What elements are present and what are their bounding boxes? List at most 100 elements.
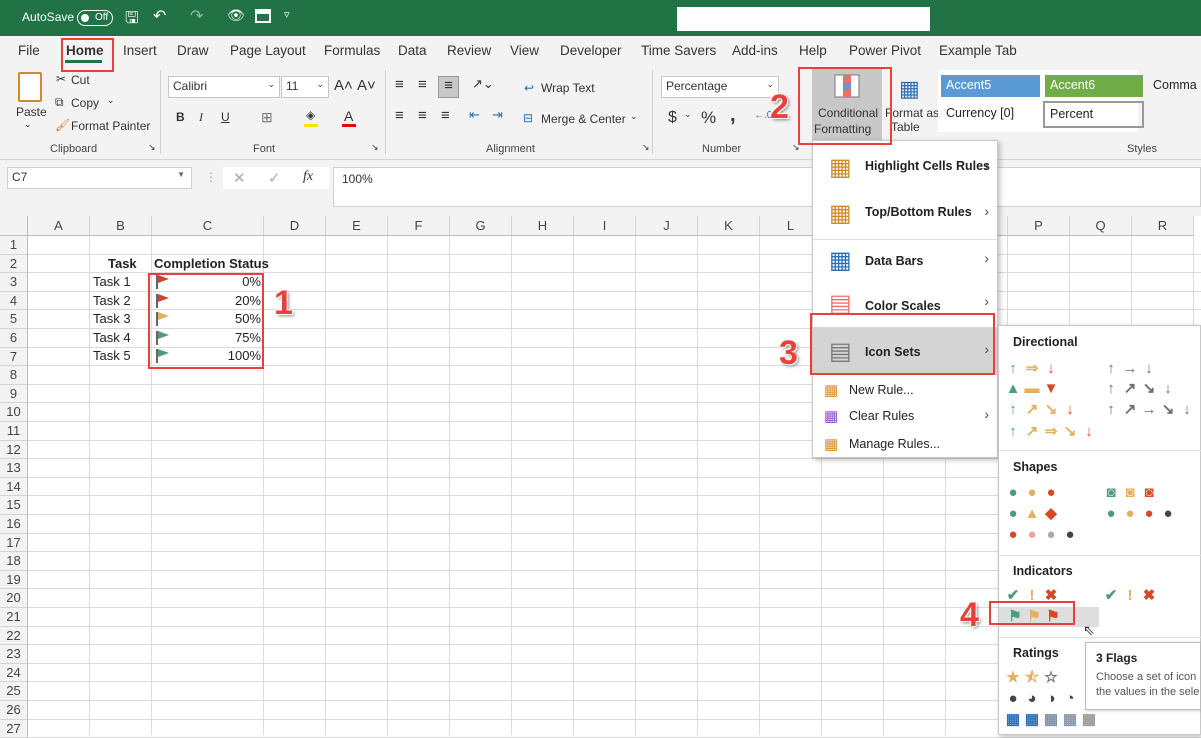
row-header-22[interactable]: 22 [0,626,28,646]
style-accent6[interactable]: Accent6 [1045,75,1143,97]
icon-set-option[interactable]: ◙ ◙ ◙ [1103,485,1157,501]
icon-set-option[interactable]: ★ ⯪ ☆ [1005,670,1059,686]
completion-value-cell[interactable]: 75% [170,329,261,347]
format-as-table-line1[interactable]: Format as [885,106,939,120]
task-name-cell[interactable]: Task 1 [93,273,131,291]
align-top-icon[interactable]: ≡ [395,76,404,93]
enter-icon[interactable]: ✓ [268,169,281,187]
icon-set-option[interactable]: ● ● ● ● [1103,506,1176,522]
paste-dropdown-icon[interactable]: ⌄ [24,119,32,130]
completion-value-cell[interactable]: 0% [170,273,261,291]
icon-set-option[interactable]: ● ▲ ◆ [1005,506,1059,522]
align-center-icon[interactable]: ≡ [418,107,427,124]
column-header-J[interactable]: J [636,216,698,236]
column-header-Q[interactable]: Q [1070,216,1132,236]
borders-icon[interactable]: ⊞ [261,109,273,126]
menu-item-clear-rules[interactable]: ▦ Clear Rules › [813,405,997,429]
row-header-9[interactable]: 9 [0,384,28,404]
row-header-27[interactable]: 27 [0,719,28,738]
icon-set-option[interactable]: ✔! ✖ [1005,588,1059,604]
icon-set-option[interactable]: ▲ ▬ ▼ [1005,381,1059,397]
wrap-text-button[interactable]: Wrap Text [541,81,595,95]
icon-set-option[interactable]: ↑ ↗ ↘ ↓ [1103,381,1176,397]
icon-set-option[interactable]: ✔! ✖ [1103,588,1157,604]
cut-button[interactable]: Cut [71,73,90,87]
menu-item-color-scales[interactable]: ▤ Color Scales › [813,283,997,325]
column-header-R[interactable]: R [1132,216,1194,236]
cancel-icon[interactable]: ✕ [233,169,246,187]
style-currency-0[interactable]: Currency [0] [941,103,1040,125]
column-header-C[interactable]: C [152,216,264,236]
row-header-14[interactable]: 14 [0,477,28,497]
style-comma[interactable]: Comma [1148,75,1201,97]
align-bottom-icon[interactable]: ≡ [438,76,459,98]
name-box[interactable]: C7 ▼ [7,167,192,189]
copy-dropdown-icon[interactable]: ⌄ [107,95,115,106]
column-header-P[interactable]: P [1008,216,1070,236]
copy-button[interactable]: Copy [71,96,99,110]
column-header-H[interactable]: H [512,216,574,236]
row-header-17[interactable]: 17 [0,533,28,553]
tab-view[interactable]: View [510,43,539,58]
column-header-A[interactable]: A [28,216,90,236]
icon-set-option[interactable]: ↑ ⇒ ↓ [1005,361,1059,377]
fill-color-icon[interactable]: ◈ [306,108,315,122]
row-header-26[interactable]: 26 [0,701,28,720]
merge-center-button[interactable]: Merge & Center [541,112,626,126]
tab-insert[interactable]: Insert [123,43,157,58]
task-name-cell[interactable]: Task 5 [93,347,131,365]
icon-set-option[interactable]: ↑ ↗ ⇒ ↘ ↓ [1005,424,1097,440]
row-header-21[interactable]: 21 [0,608,28,627]
underline-button[interactable]: U [221,110,230,124]
row-header-18[interactable]: 18 [0,552,28,571]
align-middle-icon[interactable]: ≡ [418,76,427,93]
row-header-12[interactable]: 12 [0,440,28,460]
merge-dropdown-icon[interactable]: ⌄ [630,111,638,122]
icon-set-option[interactable]: ●◕◑◔○ [1005,691,1097,707]
row-header-1[interactable]: 1 [0,236,28,255]
column-header-D[interactable]: D [264,216,326,236]
tab-page-layout[interactable]: Page Layout [230,43,306,58]
row-header-10[interactable]: 10 [0,403,28,422]
row-header-13[interactable]: 13 [0,459,28,478]
completion-value-cell[interactable]: 100% [170,347,261,365]
menu-item-highlight-cells-rules[interactable]: ▦ Highlight Cells Rules › [813,147,997,187]
align-left-icon[interactable]: ≡ [395,107,404,124]
header-task[interactable]: Task [108,255,137,273]
tab-developer[interactable]: Developer [560,43,622,58]
orientation-icon[interactable]: ↗⌄ [472,76,494,92]
icon-set-option[interactable]: ● ● ● ● [1005,527,1078,543]
select-all-button[interactable] [0,216,28,236]
icon-set-option[interactable]: ↑ ↗ → ↘ ↓ [1103,402,1195,418]
redo-icon[interactable]: ↷ [190,6,203,26]
row-header-24[interactable]: 24 [0,663,28,683]
completion-value-cell[interactable]: 50% [170,310,261,328]
decrease-font-icon[interactable]: A˅ [357,77,376,94]
icon-set-option[interactable]: ● ● ● [1005,485,1059,501]
customize-toolbar-icon[interactable]: ▿ [284,8,290,21]
form-icon[interactable] [255,9,271,23]
task-name-cell[interactable]: Task 4 [93,329,131,347]
icon-set-option[interactable]: ↑ ↗ ↘ ↓ [1005,402,1078,418]
icon-set-option[interactable]: ▦ ▦ ▦ ▦ ▦ [1005,712,1097,728]
currency-button[interactable]: $ [668,109,677,127]
row-header-6[interactable]: 6 [0,329,28,348]
tab-add-ins[interactable]: Add-ins [732,43,778,58]
row-header-7[interactable]: 7 [0,347,28,367]
row-header-3[interactable]: 3 [0,273,28,292]
tab-formulas[interactable]: Formulas [324,43,380,58]
paste-icon[interactable] [18,72,42,102]
icon-set-option[interactable]: ↑ → ↓ [1103,361,1157,377]
column-header-K[interactable]: K [698,216,760,236]
clipboard-launcher-icon[interactable]: ↘ [148,142,156,153]
menu-item-data-bars[interactable]: ▦ Data Bars › [813,239,997,281]
task-name-cell[interactable]: Task 2 [93,292,131,310]
conditional-formatting-button[interactable]: Conditional Formatting [812,68,882,140]
menu-item-icon-sets[interactable]: ▤ Icon Sets › [813,327,997,375]
format-painter-button[interactable]: Format Painter [71,119,150,133]
row-header-23[interactable]: 23 [0,645,28,664]
row-header-11[interactable]: 11 [0,422,28,441]
autosave-toggle[interactable]: Off [77,10,113,26]
tab-file[interactable]: File [18,43,40,58]
format-as-table-line2[interactable]: Table [891,120,920,134]
